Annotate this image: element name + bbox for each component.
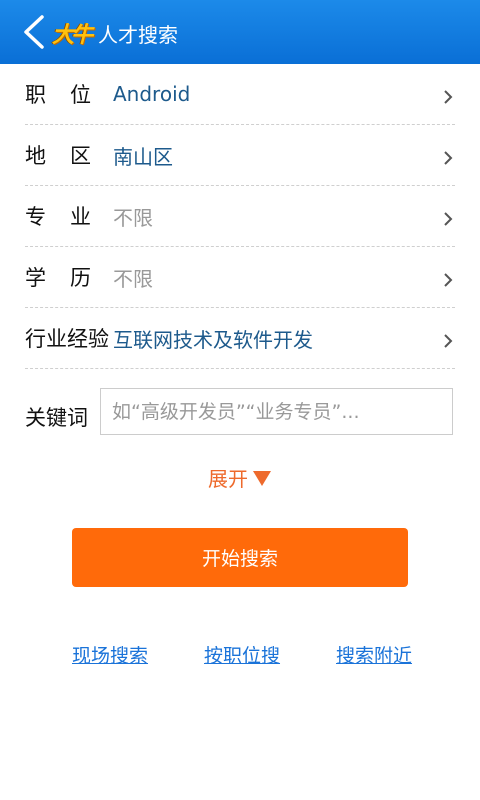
triangle-down-icon <box>253 470 271 486</box>
start-search-button[interactable]: 开始搜索 <box>72 528 408 587</box>
chevron-right-icon <box>444 151 453 165</box>
page-title: 人才搜索 <box>98 23 178 47</box>
chevron-right-icon <box>444 90 453 104</box>
keyword-row: 关键词 <box>25 388 455 436</box>
row-value: 南山区 <box>113 144 173 169</box>
keyword-input[interactable] <box>100 388 453 435</box>
row-label: 行业经验 <box>25 327 109 351</box>
chevron-right-icon <box>444 212 453 226</box>
row-industry[interactable]: 行业经验 互联网技术及软件开发 <box>25 308 455 369</box>
search-nearby-link[interactable]: 搜索附近 <box>336 641 412 668</box>
row-major[interactable]: 专业 不限 <box>25 186 455 247</box>
search-form: 职位 Android 地区 南山区 专业 不限 学历 不限 行业经验 互联网技术… <box>25 64 455 369</box>
logo-text: 大牛 <box>52 23 93 48</box>
search-by-position-link[interactable]: 按职位搜 <box>204 641 280 668</box>
row-education[interactable]: 学历 不限 <box>25 247 455 308</box>
back-arrow-icon[interactable] <box>20 14 48 50</box>
row-value: 不限 <box>113 205 153 230</box>
row-value: Android <box>113 82 191 106</box>
row-value: 互联网技术及软件开发 <box>113 327 313 352</box>
app-logo: 大牛 <box>52 18 93 48</box>
expand-toggle[interactable]: 展开 <box>208 463 272 492</box>
row-label: 地区 <box>25 144 115 168</box>
keyword-label: 关键词 <box>25 406 88 430</box>
row-region[interactable]: 地区 南山区 <box>25 125 455 186</box>
onsite-search-link[interactable]: 现场搜索 <box>72 641 148 668</box>
expand-label: 展开 <box>208 467 248 491</box>
app-header: 大牛 人才搜索 <box>0 0 480 64</box>
row-position[interactable]: 职位 Android <box>25 64 455 125</box>
row-label: 专业 <box>25 205 115 229</box>
chevron-right-icon <box>444 334 453 348</box>
row-label: 职位 <box>25 83 115 107</box>
row-label: 学历 <box>25 266 115 290</box>
row-value: 不限 <box>113 266 153 291</box>
chevron-right-icon <box>444 273 453 287</box>
